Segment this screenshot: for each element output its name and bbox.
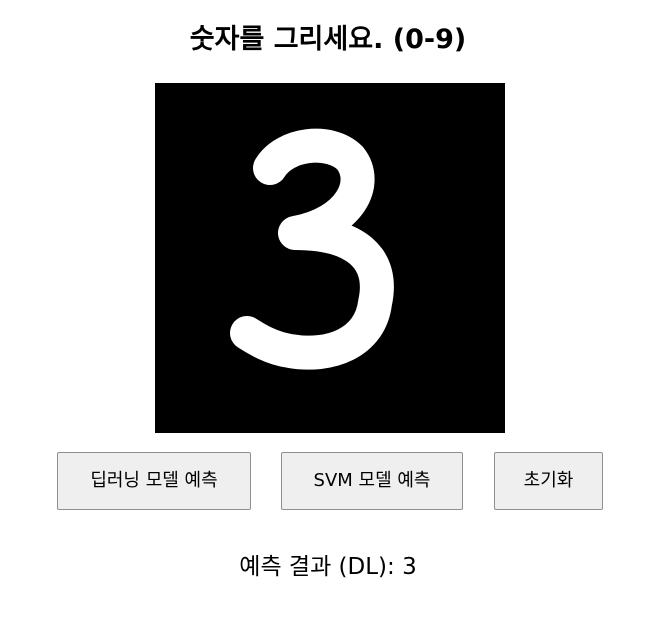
svm-predict-button[interactable]: SVM 모델 예측 [281, 452, 463, 510]
prediction-result: 예측 결과 (DL): 3 [239, 554, 417, 580]
reset-button[interactable]: 초기화 [494, 452, 603, 510]
page-title: 숫자를 그리세요. (0-9) [189, 24, 467, 55]
app-page: 숫자를 그리세요. (0-9) 딥러닝 모델 예측 SVM 모델 예측 초기화 … [0, 0, 656, 630]
drawing-canvas[interactable] [155, 83, 505, 433]
deep-learning-predict-button[interactable]: 딥러닝 모델 예측 [57, 452, 251, 510]
handwritten-digit-stroke [230, 128, 394, 370]
